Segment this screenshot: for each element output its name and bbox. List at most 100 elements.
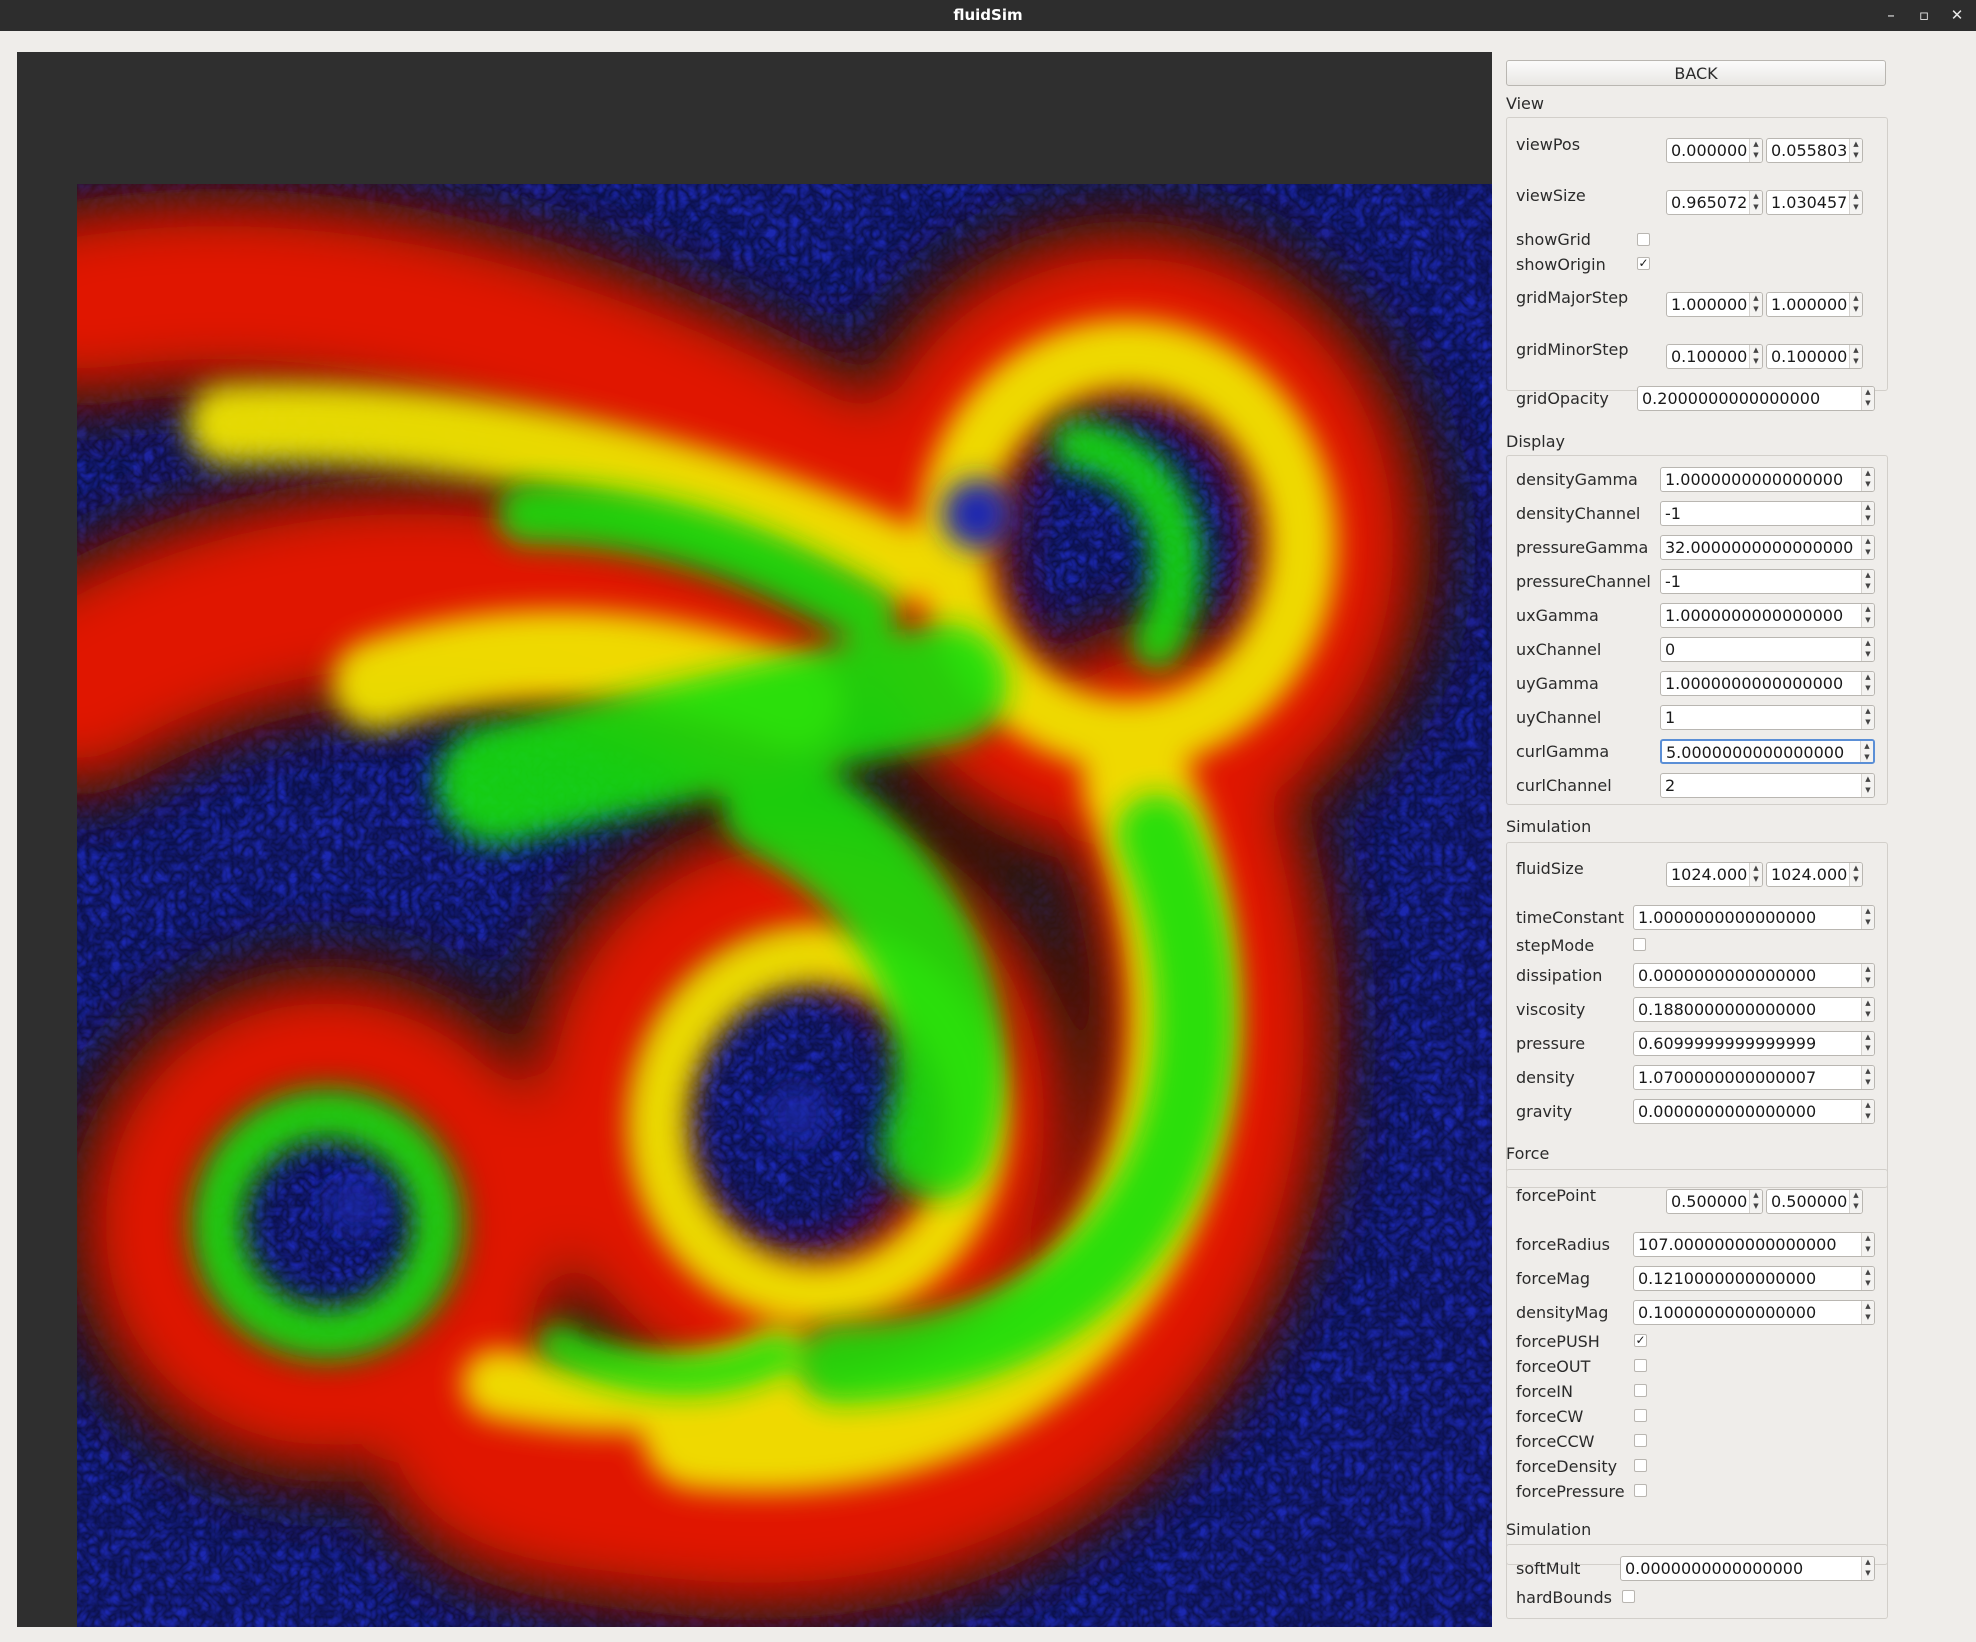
maximize-icon[interactable]: ▫ (1913, 4, 1935, 26)
gridopacity-spinbox[interactable]: 0.2000000000000000 ▲ ▼ (1637, 386, 1875, 411)
gridminorstep-y-spinbox[interactable]: 0.100000 ▲ ▼ (1766, 344, 1863, 369)
spin-arrows-icon[interactable]: ▲ ▼ (1849, 139, 1862, 162)
forcepoint-x-spinbox[interactable]: 0.500000 ▲ ▼ (1666, 1189, 1763, 1214)
forcecw-checkbox[interactable] (1634, 1409, 1647, 1422)
spin-arrows-icon[interactable]: ▲ ▼ (1849, 293, 1862, 316)
spin-arrows-icon[interactable]: ▲ ▼ (1861, 1267, 1874, 1290)
simulation2-section-header: Simulation (1506, 1520, 1592, 1539)
gravity-spinbox[interactable]: 0.0000000000000000 ▲ ▼ (1633, 1099, 1875, 1124)
curlchannel-label: curlChannel (1516, 776, 1612, 795)
densitygamma-spinbox[interactable]: 1.0000000000000000 ▲ ▼ (1660, 467, 1875, 492)
forceout-checkbox[interactable] (1634, 1359, 1647, 1372)
spin-arrows-icon[interactable]: ▲ ▼ (1861, 1032, 1874, 1055)
gridmajorstep-label: gridMajorStep (1516, 288, 1629, 307)
spin-arrows-icon[interactable]: ▲ ▼ (1849, 1190, 1862, 1213)
spin-arrows-icon[interactable]: ▲ ▼ (1749, 293, 1762, 316)
stepmode-label: stepMode (1516, 936, 1595, 955)
curlgamma-spinbox[interactable]: 5.0000000000000000 ▲ ▼ (1660, 739, 1875, 764)
uxchannel-spinbox[interactable]: 0 ▲ ▼ (1660, 637, 1875, 662)
softmult-spinbox[interactable]: 0.0000000000000000 ▲ ▼ (1620, 1556, 1875, 1581)
dissipation-spinbox[interactable]: 0.0000000000000000 ▲ ▼ (1633, 963, 1875, 988)
forcedensity-checkbox[interactable] (1634, 1459, 1647, 1472)
showgrid-checkbox[interactable] (1637, 233, 1650, 246)
uygamma-spinbox[interactable]: 1.0000000000000000 ▲ ▼ (1660, 671, 1875, 696)
viscosity-label: viscosity (1516, 1000, 1586, 1019)
forceccw-checkbox[interactable] (1634, 1434, 1647, 1447)
density-spinbox[interactable]: 1.0700000000000007 ▲ ▼ (1633, 1065, 1875, 1090)
close-icon[interactable]: ✕ (1946, 4, 1968, 26)
densitychannel-spinbox[interactable]: -1 ▲ ▼ (1660, 501, 1875, 526)
spin-arrows-icon[interactable]: ▲ ▼ (1861, 774, 1874, 797)
spin-arrows-icon[interactable]: ▲ ▼ (1749, 191, 1762, 214)
forcepoint-y-spinbox[interactable]: 0.500000 ▲ ▼ (1766, 1189, 1863, 1214)
spin-arrows-icon[interactable]: ▲ ▼ (1749, 1190, 1762, 1213)
spin-arrows-icon[interactable]: ▲ ▼ (1861, 998, 1874, 1021)
densitymag-spinbox[interactable]: 0.1000000000000000 ▲ ▼ (1633, 1300, 1875, 1325)
fluid-render[interactable] (77, 184, 1492, 1627)
timeconstant-label: timeConstant (1516, 908, 1625, 927)
forceccw-label: forceCCW (1516, 1432, 1595, 1451)
timeconstant-spinbox[interactable]: 1.0000000000000000 ▲ ▼ (1633, 905, 1875, 930)
spin-arrows-icon[interactable]: ▲ ▼ (1861, 706, 1874, 729)
spin-arrows-icon[interactable]: ▲ ▼ (1861, 1233, 1874, 1256)
spin-arrows-icon[interactable]: ▲ ▼ (1861, 604, 1874, 627)
spin-arrows-icon[interactable]: ▲ ▼ (1749, 139, 1762, 162)
viscosity-spinbox[interactable]: 0.1880000000000000 ▲ ▼ (1633, 997, 1875, 1022)
density-label: density (1516, 1068, 1575, 1087)
spin-arrows-icon[interactable]: ▲ ▼ (1861, 502, 1874, 525)
showorigin-label: showOrigin (1516, 255, 1606, 274)
minimize-icon[interactable]: – (1880, 4, 1902, 26)
fluidsize-x-spinbox[interactable]: 1024.000 ▲ ▼ (1666, 862, 1763, 887)
viewsize-y-spinbox[interactable]: 1.030457 ▲ ▼ (1766, 190, 1863, 215)
spin-arrows-icon[interactable]: ▲ ▼ (1861, 536, 1874, 559)
forcein-checkbox[interactable] (1634, 1384, 1647, 1397)
forcepush-checkbox[interactable]: ✓ (1634, 1334, 1647, 1347)
spin-arrows-icon[interactable]: ▲ ▼ (1861, 1066, 1874, 1089)
spin-arrows-icon[interactable]: ▲ ▼ (1849, 191, 1862, 214)
spin-arrows-icon[interactable]: ▲ ▼ (1861, 1100, 1874, 1123)
forceradius-spinbox[interactable]: 107.0000000000000000 ▲ ▼ (1633, 1232, 1875, 1257)
spin-arrows-icon[interactable]: ▲ ▼ (1861, 387, 1874, 410)
spin-arrows-icon[interactable]: ▲ ▼ (1849, 345, 1862, 368)
spin-arrows-icon[interactable]: ▲ ▼ (1861, 638, 1874, 661)
forcemag-spinbox[interactable]: 0.1210000000000000 ▲ ▼ (1633, 1266, 1875, 1291)
stepmode-checkbox[interactable] (1633, 938, 1646, 951)
showorigin-checkbox[interactable]: ✓ (1637, 257, 1650, 270)
gridmajorstep-y-spinbox[interactable]: 1.000000 ▲ ▼ (1766, 292, 1863, 317)
spin-arrows-icon[interactable]: ▲ ▼ (1860, 741, 1873, 762)
pressuregamma-spinbox[interactable]: 32.0000000000000000 ▲ ▼ (1660, 535, 1875, 560)
pressurechannel-spinbox[interactable]: -1 ▲ ▼ (1660, 569, 1875, 594)
viewpos-x-spinbox[interactable]: 0.000000 ▲ ▼ (1666, 138, 1763, 163)
gridminorstep-x-spinbox[interactable]: 0.100000 ▲ ▼ (1666, 344, 1763, 369)
spin-arrows-icon[interactable]: ▲ ▼ (1749, 863, 1762, 886)
spin-arrows-icon[interactable]: ▲ ▼ (1861, 570, 1874, 593)
gridmajorstep-x-spinbox[interactable]: 1.000000 ▲ ▼ (1666, 292, 1763, 317)
spin-arrows-icon[interactable]: ▲ ▼ (1861, 468, 1874, 491)
hardbounds-checkbox[interactable] (1622, 1590, 1635, 1603)
spin-arrows-icon[interactable]: ▲ ▼ (1749, 345, 1762, 368)
spin-arrows-icon[interactable]: ▲ ▼ (1861, 964, 1874, 987)
simulation-viewport[interactable] (17, 52, 1492, 1627)
uychannel-label: uyChannel (1516, 708, 1602, 727)
back-button[interactable]: BACK (1506, 60, 1886, 86)
pressurechannel-label: pressureChannel (1516, 572, 1651, 591)
spin-arrows-icon[interactable]: ▲ ▼ (1861, 1557, 1874, 1580)
spin-arrows-icon[interactable]: ▲ ▼ (1861, 1301, 1874, 1324)
display-section-header: Display (1506, 432, 1565, 451)
uychannel-spinbox[interactable]: 1 ▲ ▼ (1660, 705, 1875, 730)
fluidsize-y-spinbox[interactable]: 1024.000 ▲ ▼ (1766, 862, 1863, 887)
spin-arrows-icon[interactable]: ▲ ▼ (1861, 672, 1874, 695)
uxgamma-spinbox[interactable]: 1.0000000000000000 ▲ ▼ (1660, 603, 1875, 628)
spin-arrows-icon[interactable]: ▲ ▼ (1861, 906, 1874, 929)
spin-arrows-icon[interactable]: ▲ ▼ (1849, 863, 1862, 886)
viewsize-label: viewSize (1516, 186, 1586, 205)
curlchannel-spinbox[interactable]: 2 ▲ ▼ (1660, 773, 1875, 798)
force-section-header: Force (1506, 1144, 1550, 1163)
dissipation-label: dissipation (1516, 966, 1603, 985)
curlgamma-label: curlGamma (1516, 742, 1610, 761)
viewsize-x-spinbox[interactable]: 0.965072 ▲ ▼ (1666, 190, 1763, 215)
viewpos-y-spinbox[interactable]: 0.055803 ▲ ▼ (1766, 138, 1863, 163)
forcepressure-checkbox[interactable] (1634, 1484, 1647, 1497)
showgrid-label: showGrid (1516, 230, 1591, 249)
pressure-spinbox[interactable]: 0.6099999999999999 ▲ ▼ (1633, 1031, 1875, 1056)
